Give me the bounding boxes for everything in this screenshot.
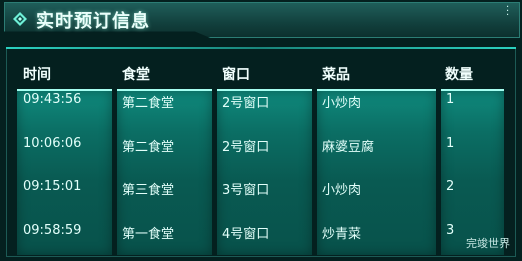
table-cell: 第二食堂 — [122, 140, 175, 155]
more-vertical-icon[interactable]: · · · — [506, 3, 510, 21]
watermark-text: 完竣世界 — [466, 237, 510, 250]
table-cell: 麻婆豆腐 — [322, 140, 375, 155]
panel-title: 实时预订信息 — [36, 11, 150, 32]
table-cell: 1 — [446, 136, 455, 151]
table-cell: 2号窗口 — [222, 96, 270, 111]
table-cell: 小炒肉 — [322, 183, 362, 198]
table-cell: 3 — [446, 223, 455, 238]
booking-panel: 实时预订信息 · · · 时间 食堂 窗口 菜品 数量 09:43:56 第二食堂 … — [0, 0, 522, 261]
column-header-dish: 菜品 — [322, 67, 350, 83]
table-cell: 第一食堂 — [122, 227, 175, 242]
table-cell: 09:43:56 — [23, 92, 82, 107]
table-cell: 09:15:01 — [23, 179, 82, 194]
table-cell: 09:58:59 — [23, 223, 82, 238]
table-cell: 4号窗口 — [222, 227, 270, 242]
column-header-canteen: 食堂 — [122, 67, 150, 83]
column-header-time: 时间 — [23, 67, 51, 83]
table-cell: 3号窗口 — [222, 183, 270, 198]
table-cell: 10:06:06 — [23, 136, 82, 151]
frame-top-line — [6, 47, 516, 49]
table-cell: 小炒肉 — [322, 96, 362, 111]
column-header-quantity: 数量 — [445, 67, 473, 83]
table-cell: 2 — [446, 179, 455, 194]
table-cell: 1 — [446, 92, 455, 107]
table-cell: 第三食堂 — [122, 183, 175, 198]
diamond-icon — [13, 12, 27, 26]
column-header-window: 窗口 — [222, 67, 250, 83]
table-cell: 炒青菜 — [322, 227, 362, 242]
table-cell: 第二食堂 — [122, 96, 175, 111]
table-cell: 2号窗口 — [222, 140, 270, 155]
